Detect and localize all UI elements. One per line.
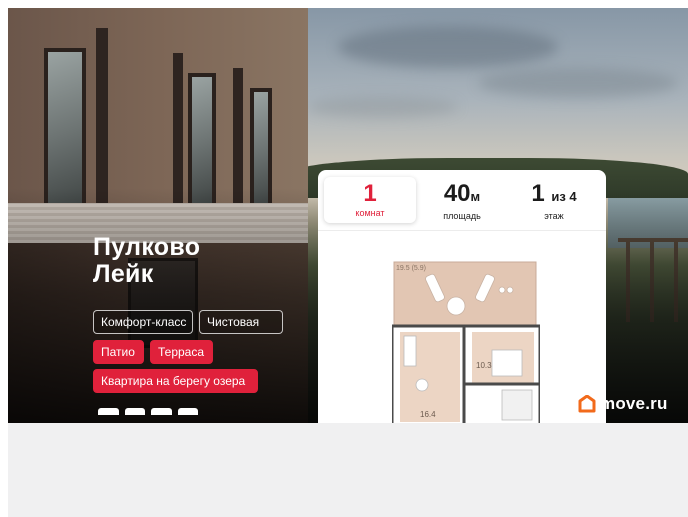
plan-living-area: 16.4 [420,410,436,419]
apartment-card[interactable]: 1 комнат 40м площадь 1 из 4 этаж 19.5 (5… [318,170,606,423]
tag-lakeside: Квартира на берегу озера [93,369,258,393]
complex-title-line2: Лейк [93,260,154,288]
page: Пулково Лейк Комфорт-класс Чистовая Пати… [0,0,688,517]
price-cropped [98,408,198,418]
move-logo-icon [578,395,596,413]
plan-bedroom-area: 10.3 [476,361,492,370]
area-unit: м [470,189,481,204]
complex-title[interactable]: Пулково Лейк [93,234,200,288]
apartment-stats: 1 комнат 40м площадь 1 из 4 этаж [318,170,606,230]
plan-table [415,378,429,392]
rooms-label: комнат [355,208,385,218]
area-label: площадь [443,211,481,221]
tag-terrace: Терраса [150,340,213,364]
rooms-value: 1 [363,180,377,207]
stat-area: 40м площадь [416,177,508,223]
floor-label: этаж [544,211,564,221]
tag-patio: Патио [93,340,144,364]
stat-floor: 1 из 4 этаж [508,177,600,223]
content-placeholder [8,423,688,517]
floor-suffix: из 4 [551,189,577,204]
move-ru-watermark: move.ru [578,394,668,414]
floor-value: 1 [531,180,545,207]
floor-plan[interactable]: 19.5 (5.9) 10.3 16.4 [392,260,540,423]
area-value: 40 [443,180,471,207]
stat-rooms[interactable]: 1 комнат [324,177,416,223]
plan-bed [491,349,523,377]
complex-title-line1: Пулково [93,233,201,261]
tag-comfort-class: Комфорт-класс [93,310,193,334]
plan-terrace-area: 19.5 (5.9) [396,265,426,272]
tag-finish: Чистовая [199,310,283,334]
move-logo-text: move.ru [600,394,668,413]
